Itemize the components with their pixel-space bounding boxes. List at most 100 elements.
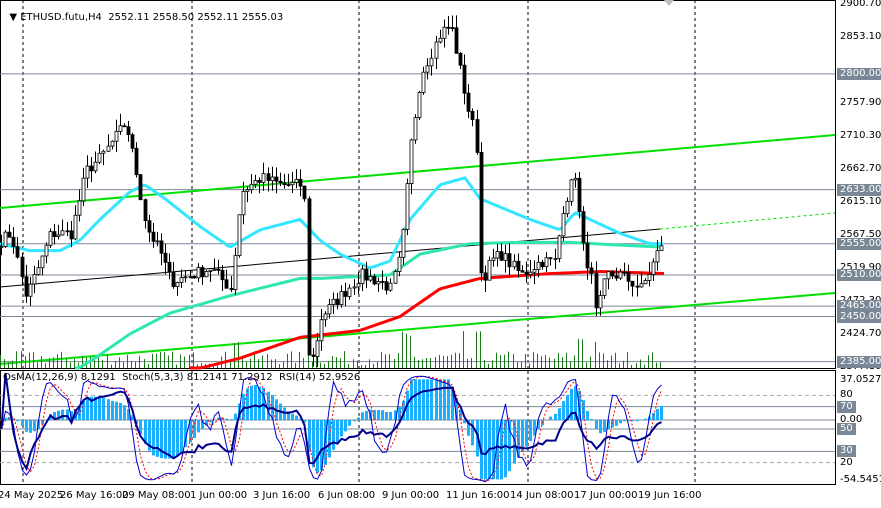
time-axis-label: 24 May 2025 xyxy=(0,490,64,501)
candle-bull xyxy=(3,231,8,247)
osma-bar xyxy=(595,420,598,430)
osma-bar xyxy=(439,379,442,420)
candle-bull xyxy=(40,255,45,269)
time-axis-label: 1 Jun 00:00 xyxy=(190,490,248,501)
candle-bull xyxy=(639,283,644,288)
candle-bear xyxy=(475,119,480,153)
chart-header: ▼ ETHUSD.futu,H4 2552.11 2558.50 2552.11… xyxy=(3,1,283,23)
osma-bar xyxy=(102,397,105,420)
ohlc-values: 2552.11 2558.50 2552.11 2555.03 xyxy=(108,12,284,23)
candle-bull xyxy=(409,139,414,184)
candle-bull xyxy=(36,267,41,275)
stoch-label: Stoch(5,3,3) 81.2141 71.2912 xyxy=(122,372,273,383)
osma-bar xyxy=(422,379,425,420)
osma-bar xyxy=(225,418,228,420)
candle-bear xyxy=(372,276,377,285)
candle-bear xyxy=(159,240,164,254)
symbol-label: ETHUSD.futu,H4 xyxy=(20,12,102,23)
candle-bull xyxy=(647,274,652,281)
candle-bull xyxy=(175,282,180,288)
osma-bar xyxy=(246,388,249,420)
candle-bear xyxy=(507,253,512,268)
candle-bear xyxy=(585,242,590,269)
triangle-down-icon[interactable]: ▼ xyxy=(9,12,20,23)
indicator-level-label: 50 xyxy=(837,423,856,435)
candle-bull xyxy=(618,271,623,279)
osma-bar xyxy=(197,420,200,433)
candle-bear xyxy=(380,281,385,283)
candle-bear xyxy=(278,180,283,184)
time-axis-label: 17 Jun 00:00 xyxy=(574,490,638,501)
candle-bear xyxy=(450,27,455,29)
candle-bear xyxy=(192,276,197,279)
osma-bar xyxy=(332,420,335,450)
candle-bull xyxy=(659,245,664,251)
candle-bull xyxy=(114,130,119,142)
candle-bull xyxy=(212,268,217,271)
mid-channel-extension xyxy=(659,212,836,230)
candle-bear xyxy=(20,256,25,278)
osma-bar xyxy=(525,420,528,447)
candle-bull xyxy=(417,92,422,118)
candle-bear xyxy=(446,26,451,29)
osma-label: OsMA(12,26,9) 8.1291 xyxy=(3,372,116,383)
osma-bar xyxy=(176,420,179,457)
time-axis-label: 19 Jun 16:00 xyxy=(638,490,702,501)
osma-bar xyxy=(283,407,286,420)
candle-bear xyxy=(298,178,303,187)
price-chart[interactable] xyxy=(0,0,881,508)
price-level-label: 2450.00 xyxy=(837,310,881,323)
candle-bull xyxy=(598,295,603,309)
candle-bull xyxy=(356,283,361,288)
osma-bar xyxy=(357,417,360,420)
candle-bull xyxy=(237,214,242,256)
candle-bull xyxy=(204,271,209,278)
osma-bar xyxy=(377,409,380,420)
candle-bull xyxy=(331,298,336,305)
osma-bar xyxy=(430,379,433,420)
osma-bar xyxy=(86,397,89,420)
candle-bull xyxy=(208,269,213,272)
osma-bar xyxy=(115,401,118,420)
osma-bar xyxy=(172,420,175,459)
osma-bar xyxy=(500,420,503,480)
candle-bull xyxy=(528,271,533,275)
candle-bull xyxy=(388,282,393,291)
candle-bull xyxy=(397,256,402,272)
candle-bull xyxy=(28,283,33,297)
candle-bull xyxy=(491,257,496,261)
candle-bull xyxy=(270,176,275,182)
candle-bear xyxy=(122,125,127,128)
candle-bear xyxy=(479,151,484,274)
osma-bar xyxy=(25,420,28,432)
candle-bull xyxy=(401,228,406,258)
candle-bull xyxy=(81,177,86,202)
candle-bull xyxy=(393,271,398,284)
candle-bull xyxy=(512,260,517,268)
candle-bull xyxy=(352,286,357,289)
indicator-max-label: 37.0527 xyxy=(840,374,881,385)
ma-slow-line xyxy=(190,270,665,370)
price-level-label: 2510.00 xyxy=(837,268,881,281)
candle-bear xyxy=(7,231,12,238)
osma-bar xyxy=(209,420,212,423)
candle-bull xyxy=(602,278,607,296)
time-axis-label: 26 May 16:00 xyxy=(60,490,129,501)
candle-bear xyxy=(594,273,599,309)
osma-bar xyxy=(111,400,114,420)
candle-bull xyxy=(368,276,373,281)
price-tick-label: 2424.70 xyxy=(840,328,881,340)
candle-bull xyxy=(315,340,320,357)
indicator-level-label: 80 xyxy=(840,389,853,401)
candle-bear xyxy=(171,271,176,288)
osma-bar xyxy=(443,379,446,420)
candle-bear xyxy=(130,134,135,149)
candle-bull xyxy=(557,235,562,259)
chart-shift-marker xyxy=(664,0,674,6)
candle-bear xyxy=(470,110,475,120)
candle-bear xyxy=(524,271,529,275)
osma-bar xyxy=(29,420,32,433)
candle-bull xyxy=(93,161,98,172)
candle-bull xyxy=(360,268,365,285)
indicator-min-label: -54.5451 xyxy=(840,474,881,485)
